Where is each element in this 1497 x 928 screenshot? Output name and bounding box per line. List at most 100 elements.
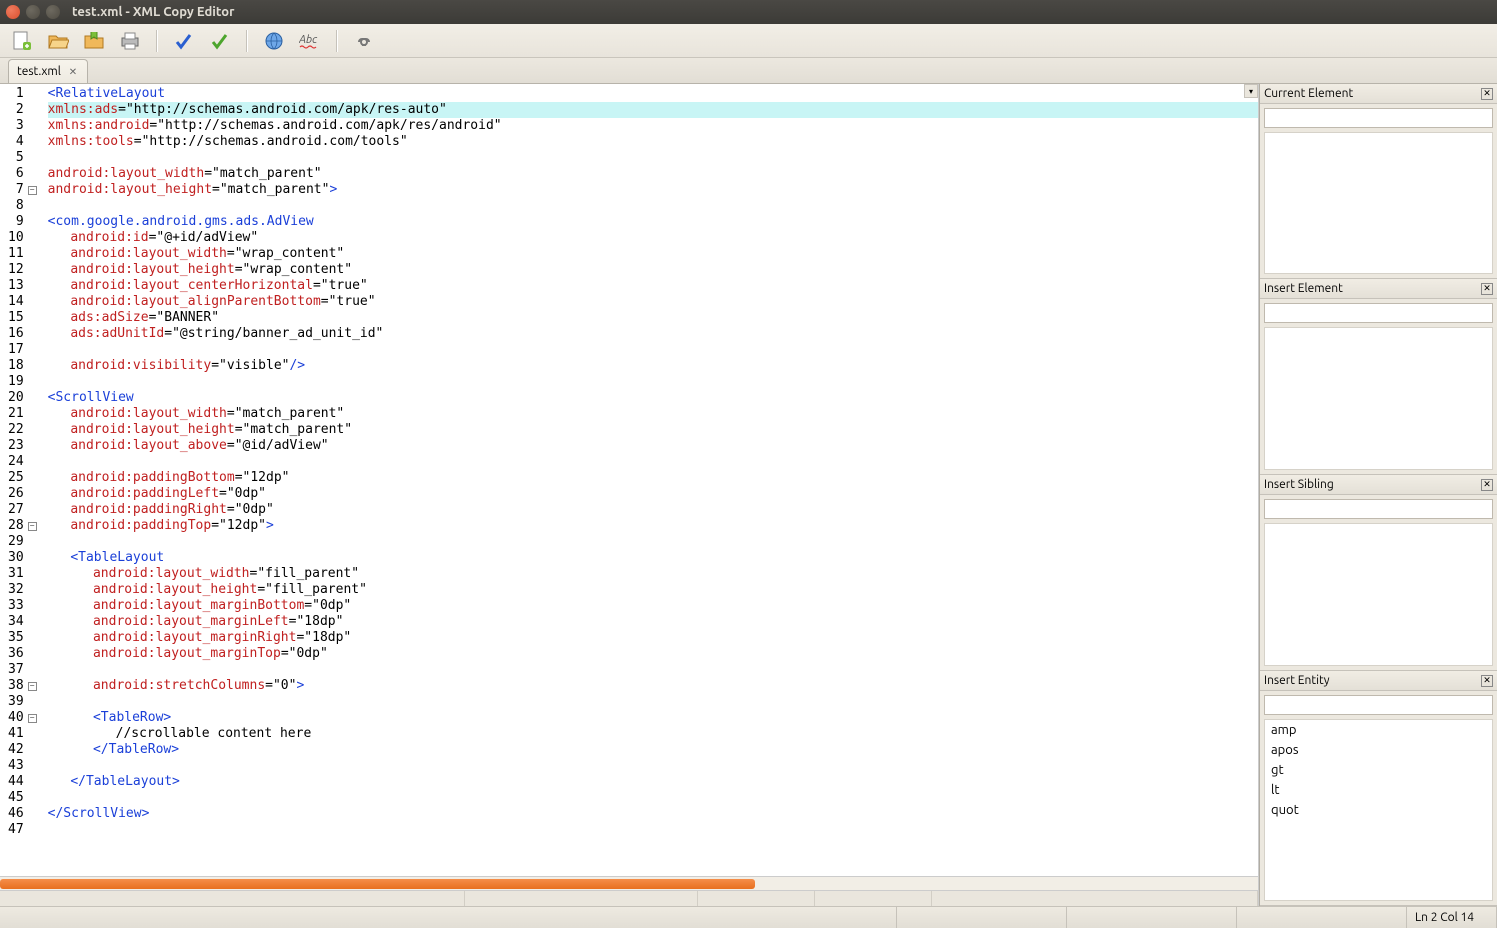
print-icon[interactable] xyxy=(118,29,142,53)
code-line[interactable]: </TableRow> xyxy=(48,742,1258,758)
code-line[interactable]: <ScrollView xyxy=(48,390,1258,406)
entity-item[interactable]: apos xyxy=(1265,740,1492,760)
window-minimize-button[interactable] xyxy=(26,5,40,19)
code-line[interactable] xyxy=(48,662,1258,678)
code-line[interactable]: android:layout_marginLeft="18dp" xyxy=(48,614,1258,630)
tab-overflow-button[interactable]: ▾ xyxy=(1244,84,1258,98)
code-line[interactable]: android:paddingBottom="12dp" xyxy=(48,470,1258,486)
tab-label: test.xml xyxy=(17,65,61,78)
tab-close-icon[interactable]: ✕ xyxy=(67,66,79,78)
right-panels: Current Element✕ Insert Element✕ Insert … xyxy=(1259,84,1497,906)
fold-toggle-icon[interactable]: − xyxy=(28,186,37,195)
code-line[interactable]: android:paddingLeft="0dp" xyxy=(48,486,1258,502)
tab-test-xml[interactable]: test.xml ✕ xyxy=(8,59,88,83)
panel-title: Insert Element xyxy=(1264,282,1343,295)
fold-toggle-icon[interactable]: − xyxy=(28,714,37,723)
code-line[interactable]: android:visibility="visible"/> xyxy=(48,358,1258,374)
code-line[interactable]: <TableLayout xyxy=(48,550,1258,566)
status-cell xyxy=(897,907,1067,928)
code-line[interactable]: </ScrollView> xyxy=(48,806,1258,822)
status-message xyxy=(0,907,897,928)
entity-item[interactable]: lt xyxy=(1265,780,1492,800)
code-editor[interactable]: <RelativeLayoutxmlns:ads="http://schemas… xyxy=(42,84,1258,876)
code-line[interactable] xyxy=(48,822,1258,838)
toolbar-separator xyxy=(336,30,338,52)
status-cell xyxy=(1237,907,1407,928)
code-line[interactable] xyxy=(48,198,1258,214)
code-line[interactable] xyxy=(48,534,1258,550)
code-line[interactable]: ads:adUnitId="@string/banner_ad_unit_id" xyxy=(48,326,1258,342)
code-line[interactable] xyxy=(48,694,1258,710)
code-line[interactable]: android:stretchColumns="0"> xyxy=(48,678,1258,694)
fold-toggle-icon[interactable]: − xyxy=(28,522,37,531)
code-line[interactable]: <TableRow> xyxy=(48,710,1258,726)
globe-icon[interactable] xyxy=(262,29,286,53)
code-line[interactable]: android:layout_marginTop="0dp" xyxy=(48,646,1258,662)
code-line[interactable] xyxy=(48,150,1258,166)
code-line[interactable]: android:layout_marginBottom="0dp" xyxy=(48,598,1258,614)
insert-entity-input[interactable] xyxy=(1264,695,1493,715)
code-line[interactable]: xmlns:ads="http://schemas.android.com/ap… xyxy=(48,102,1258,118)
panel-body xyxy=(1264,132,1493,274)
code-line[interactable]: android:layout_alignParentBottom="true" xyxy=(48,294,1258,310)
entity-item[interactable]: amp xyxy=(1265,720,1492,740)
toolbar: Abc xyxy=(0,24,1497,58)
code-line[interactable]: xmlns:android="http://schemas.android.co… xyxy=(48,118,1258,134)
code-line[interactable]: android:layout_centerHorizontal="true" xyxy=(48,278,1258,294)
statusbar: Ln 2 Col 14 xyxy=(0,906,1497,928)
code-line[interactable]: xmlns:tools="http://schemas.android.com/… xyxy=(48,134,1258,150)
check-blue-icon[interactable] xyxy=(172,29,196,53)
line-number-gutter: 1234567−89101112131415161718192021222324… xyxy=(0,84,42,876)
panel-close-icon[interactable]: ✕ xyxy=(1481,479,1493,491)
code-line[interactable] xyxy=(48,454,1258,470)
code-line[interactable]: //scrollable content here xyxy=(48,726,1258,742)
new-file-icon[interactable] xyxy=(10,29,34,53)
code-line[interactable]: android:layout_width="fill_parent" xyxy=(48,566,1258,582)
document-tabbar: test.xml ✕ xyxy=(0,58,1497,84)
panel-close-icon[interactable]: ✕ xyxy=(1481,283,1493,295)
insert-element-input[interactable] xyxy=(1264,303,1493,323)
code-line[interactable]: android:layout_width="match_parent" xyxy=(48,406,1258,422)
code-line[interactable]: android:layout_width="match_parent" xyxy=(48,166,1258,182)
entity-item[interactable]: gt xyxy=(1265,760,1492,780)
fold-toggle-icon[interactable]: − xyxy=(28,682,37,691)
svg-text:Abc: Abc xyxy=(299,34,318,46)
panel-title: Insert Sibling xyxy=(1264,478,1334,491)
panel-title: Insert Entity xyxy=(1264,674,1330,687)
panel-body xyxy=(1264,523,1493,666)
code-line[interactable]: ads:adSize="BANNER" xyxy=(48,310,1258,326)
window-maximize-button[interactable] xyxy=(46,5,60,19)
code-line[interactable] xyxy=(48,342,1258,358)
link-icon[interactable] xyxy=(352,29,376,53)
code-line[interactable]: android:paddingRight="0dp" xyxy=(48,502,1258,518)
code-line[interactable]: android:layout_above="@id/adView" xyxy=(48,438,1258,454)
save-icon[interactable] xyxy=(82,29,106,53)
entity-item[interactable]: quot xyxy=(1265,800,1492,820)
code-line[interactable]: android:layout_height="match_parent"> xyxy=(48,182,1258,198)
code-line[interactable]: <com.google.android.gms.ads.AdView xyxy=(48,214,1258,230)
code-line[interactable] xyxy=(48,758,1258,774)
code-line[interactable] xyxy=(48,790,1258,806)
entity-list: ampaposgtltquot xyxy=(1264,719,1493,901)
code-line[interactable]: android:id="@+id/adView" xyxy=(48,230,1258,246)
code-line[interactable]: android:layout_height="wrap_content" xyxy=(48,262,1258,278)
check-green-icon[interactable] xyxy=(208,29,232,53)
editor-horizontal-scrollbar[interactable] xyxy=(0,876,1258,890)
code-line[interactable]: android:layout_height="match_parent" xyxy=(48,422,1258,438)
insert-sibling-input[interactable] xyxy=(1264,499,1493,519)
current-element-input[interactable] xyxy=(1264,108,1493,128)
code-line[interactable]: <RelativeLayout xyxy=(48,86,1258,102)
panel-insert-sibling: Insert Sibling ✕ xyxy=(1260,475,1497,671)
panel-close-icon[interactable]: ✕ xyxy=(1481,88,1493,100)
open-file-icon[interactable] xyxy=(46,29,70,53)
code-line[interactable]: android:paddingTop="12dp"> xyxy=(48,518,1258,534)
window-close-button[interactable] xyxy=(6,5,20,19)
status-position: Ln 2 Col 14 xyxy=(1407,907,1497,928)
panel-close-icon[interactable]: ✕ xyxy=(1481,675,1493,687)
code-line[interactable] xyxy=(48,374,1258,390)
code-line[interactable]: android:layout_marginRight="18dp" xyxy=(48,630,1258,646)
spellcheck-icon[interactable]: Abc xyxy=(298,29,322,53)
code-line[interactable]: </TableLayout> xyxy=(48,774,1258,790)
code-line[interactable]: android:layout_height="fill_parent" xyxy=(48,582,1258,598)
code-line[interactable]: android:layout_width="wrap_content" xyxy=(48,246,1258,262)
